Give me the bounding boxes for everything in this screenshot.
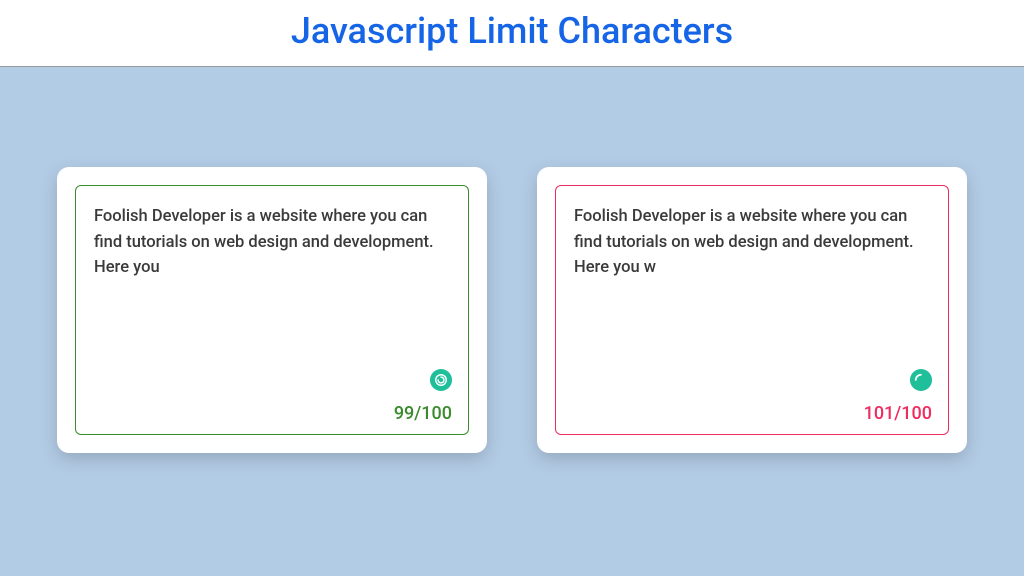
header: Javascript Limit Characters [0,0,1024,67]
character-counter-left: 99/100 [394,403,452,424]
textarea-wrap-invalid: 101/100 [555,185,949,435]
status-icon [910,369,932,391]
character-limit-card-left: 99/100 [57,167,487,453]
counter-row: 99/100 [394,369,452,424]
page-title: Javascript Limit Characters [0,10,1024,52]
character-counter-right: 101/100 [864,403,932,424]
counter-row: 101/100 [864,369,932,424]
character-limit-card-right: 101/100 [537,167,967,453]
status-icon [430,369,452,391]
textarea-wrap-valid: 99/100 [75,185,469,435]
text-input-right[interactable] [574,204,930,374]
text-input-left[interactable] [94,204,450,374]
content-area: 99/100 101/100 [0,67,1024,453]
